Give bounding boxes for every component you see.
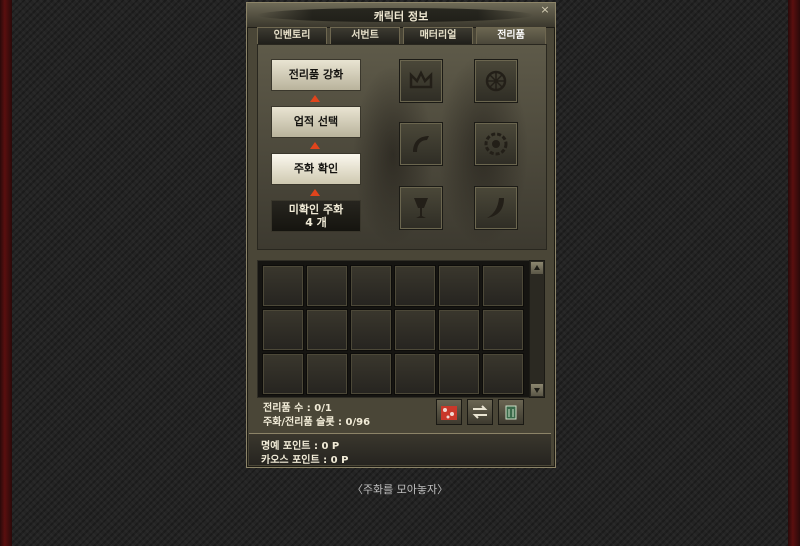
inventory-slot[interactable] (262, 309, 304, 351)
inventory-slot[interactable] (350, 309, 392, 351)
inventory-slot[interactable] (306, 309, 348, 351)
honor-points-text: 명예 포인트 : 0 P (261, 441, 340, 452)
flower-emblem-icon (485, 70, 507, 92)
loot-stats: 전리품 수 : 0/1 주화/전리품 슬롯 : 0/96 (257, 397, 545, 428)
points-panel: 명예 포인트 : 0 P 카오스 포인트 : 0 P (249, 433, 551, 466)
arrow-up-icon (310, 189, 320, 196)
loot-count-text: 전리품 수 : 0/1 (263, 403, 332, 414)
swap-arrows-icon (472, 405, 488, 419)
inventory-scrollbar[interactable] (529, 260, 545, 398)
chevron-down-icon (534, 388, 540, 393)
gift-box-button[interactable] (436, 399, 462, 425)
equip-slot-3[interactable] (399, 122, 443, 166)
inventory-slot[interactable] (438, 265, 480, 307)
close-button[interactable]: × (539, 4, 551, 16)
title-bar[interactable]: 캐릭터 정보 × (247, 3, 555, 28)
equip-slot-1[interactable] (399, 59, 443, 103)
horn-icon (413, 136, 429, 152)
coin-check-button[interactable]: 주화 확인 (271, 153, 361, 185)
equip-slot-2[interactable] (474, 59, 518, 103)
gift-box-icon (441, 406, 457, 420)
inventory-slot[interactable] (306, 265, 348, 307)
trash-button[interactable] (498, 399, 524, 425)
chaos-points-text: 카오스 포인트 : 0 P (261, 455, 349, 466)
window-title: 캐릭터 정보 (373, 10, 429, 23)
inventory-slot[interactable] (350, 353, 392, 395)
loot-upgrade-button[interactable]: 전리품 강화 (271, 59, 361, 91)
achievement-select-button[interactable]: 업적 선택 (271, 106, 361, 138)
inventory-slot[interactable] (482, 353, 524, 395)
goblet-icon (414, 198, 428, 218)
inventory-slot[interactable] (394, 309, 436, 351)
right-frame-border (788, 0, 800, 546)
image-caption: 〈주화를 모아놓자〉 (351, 483, 449, 496)
inventory-slot[interactable] (394, 353, 436, 395)
tusk-icon (487, 198, 504, 218)
tab-material[interactable]: 매터리얼 (403, 27, 473, 44)
equip-slot-4[interactable] (474, 122, 518, 166)
tab-inventory[interactable]: 인벤토리 (257, 27, 327, 44)
tab-loot[interactable]: 전리품 (476, 27, 546, 44)
equip-slot-6[interactable] (474, 186, 518, 230)
arrow-up-icon (310, 95, 320, 102)
coin-inventory-grid (257, 260, 531, 398)
inventory-slot[interactable] (482, 265, 524, 307)
inventory-slot[interactable] (394, 265, 436, 307)
inventory-slot[interactable] (350, 265, 392, 307)
inventory-slot[interactable] (438, 353, 480, 395)
crown-icon (409, 70, 433, 89)
trash-can-icon (505, 405, 517, 420)
tab-bar: 인벤토리 서번트 매터리얼 전리품 (257, 27, 546, 44)
gear-emblem-icon (484, 132, 508, 156)
loot-panel: 전리품 강화 업적 선택 주화 확인 미확인 주화 4 개 (257, 44, 547, 250)
inventory-slot[interactable] (438, 309, 480, 351)
inventory-slot[interactable] (482, 309, 524, 351)
coin-slot-text: 주화/전리품 슬롯 : 0/96 (263, 417, 371, 428)
unidentified-coin-count: 4 개 (305, 216, 327, 229)
tab-servant[interactable]: 서번트 (330, 27, 400, 44)
scroll-up-button[interactable] (531, 262, 543, 274)
chevron-up-icon (534, 265, 540, 270)
inventory-slot[interactable] (306, 353, 348, 395)
character-info-window: 캐릭터 정보 × 인벤토리 서번트 매터리얼 전리품 전리품 강화 업적 선택 … (246, 2, 556, 468)
left-frame-border (0, 0, 12, 546)
unidentified-coin-button[interactable]: 미확인 주화 4 개 (271, 200, 361, 232)
inventory-slot[interactable] (262, 265, 304, 307)
equip-slot-5[interactable] (399, 186, 443, 230)
unidentified-coin-label: 미확인 주화 (288, 203, 344, 216)
scroll-down-button[interactable] (531, 384, 543, 396)
arrow-up-icon (310, 142, 320, 149)
inventory-slot[interactable] (262, 353, 304, 395)
swap-button[interactable] (467, 399, 493, 425)
